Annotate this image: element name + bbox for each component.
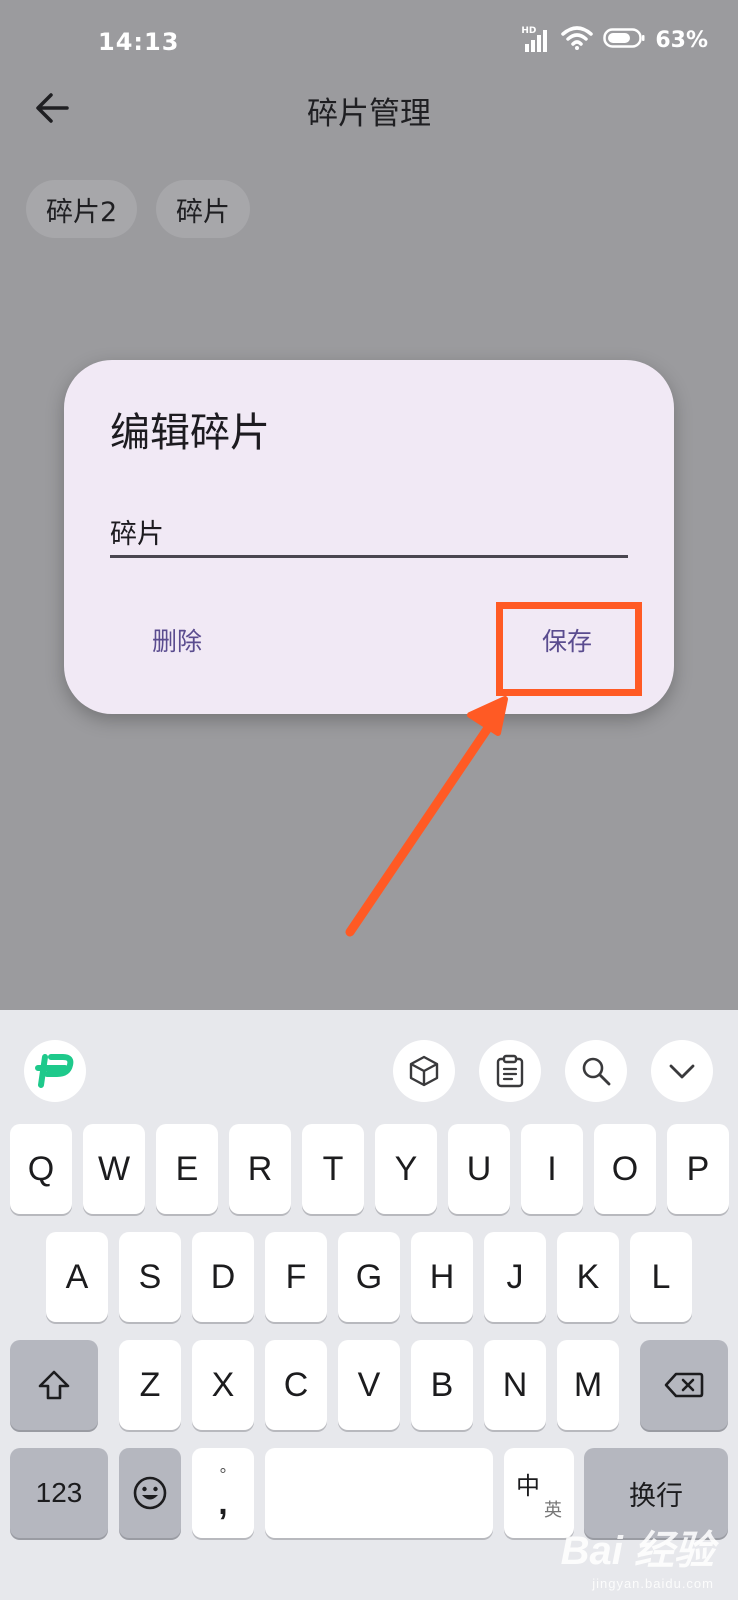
key-c[interactable]: C — [265, 1340, 327, 1430]
numbers-key[interactable]: 123 — [10, 1448, 108, 1538]
punct-bottom: , — [218, 1484, 228, 1522]
search-icon — [582, 1057, 611, 1086]
keyboard-logo-button[interactable] — [24, 1040, 86, 1102]
keyboard: Q W E R T Y U I O P A S D F G H J K L Z … — [0, 1010, 738, 1600]
key-b[interactable]: B — [411, 1340, 473, 1430]
key-z[interactable]: Z — [119, 1340, 181, 1430]
shift-key[interactable] — [10, 1340, 98, 1430]
cube-icon — [409, 1055, 439, 1087]
key-e[interactable]: E — [156, 1124, 218, 1214]
watermark: Bai 经验 jingyan.baidu.com — [561, 1518, 714, 1591]
key-v[interactable]: V — [338, 1340, 400, 1430]
key-o[interactable]: O — [594, 1124, 656, 1214]
watermark-sub: jingyan.baidu.com — [592, 1576, 714, 1591]
key-k[interactable]: K — [557, 1232, 619, 1322]
key-s[interactable]: S — [119, 1232, 181, 1322]
lang-zh: 中 — [516, 1472, 540, 1500]
emoji-key[interactable] — [119, 1448, 181, 1538]
key-r[interactable]: R — [229, 1124, 291, 1214]
logo-icon — [35, 1054, 74, 1088]
key-l[interactable]: L — [630, 1232, 692, 1322]
punct-top: ° — [219, 1465, 227, 1485]
watermark-main: Bai 经验 — [560, 1529, 714, 1573]
key-d[interactable]: D — [192, 1232, 254, 1322]
key-m[interactable]: M — [557, 1340, 619, 1430]
punctuation-key[interactable]: ° , — [192, 1448, 254, 1538]
toolbar-cube-button[interactable] — [393, 1040, 455, 1102]
key-w[interactable]: W — [83, 1124, 145, 1214]
shift-icon — [38, 1370, 70, 1400]
key-g[interactable]: G — [338, 1232, 400, 1322]
space-key[interactable] — [265, 1448, 493, 1538]
toolbar-search-button[interactable] — [565, 1040, 627, 1102]
key-h[interactable]: H — [411, 1232, 473, 1322]
lang-en: 英 — [544, 1500, 562, 1521]
key-a[interactable]: A — [46, 1232, 108, 1322]
key-x[interactable]: X — [192, 1340, 254, 1430]
backspace-key[interactable] — [640, 1340, 728, 1430]
clipboard-icon — [496, 1054, 524, 1088]
annotation-arrow-icon — [345, 696, 508, 937]
key-t[interactable]: T — [302, 1124, 364, 1214]
toolbar-collapse-button[interactable] — [651, 1040, 713, 1102]
emoji-icon — [133, 1476, 167, 1510]
key-p[interactable]: P — [667, 1124, 729, 1214]
key-y[interactable]: Y — [375, 1124, 437, 1214]
key-n[interactable]: N — [484, 1340, 546, 1430]
toolbar-clipboard-button[interactable] — [479, 1040, 541, 1102]
key-f[interactable]: F — [265, 1232, 327, 1322]
key-u[interactable]: U — [448, 1124, 510, 1214]
key-j[interactable]: J — [484, 1232, 546, 1322]
key-q[interactable]: Q — [10, 1124, 72, 1214]
backspace-icon — [664, 1372, 704, 1398]
chevron-down-icon — [669, 1064, 695, 1079]
key-i[interactable]: I — [521, 1124, 583, 1214]
